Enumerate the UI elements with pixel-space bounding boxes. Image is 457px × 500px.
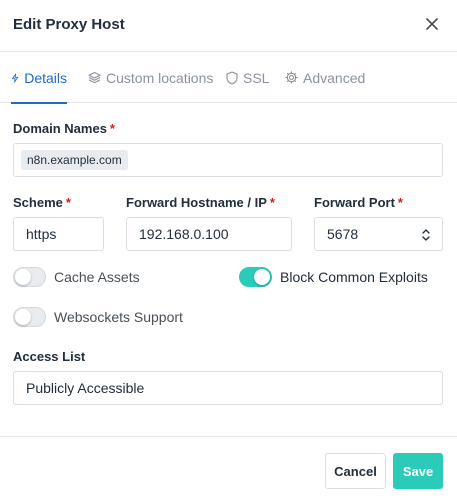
toggle-switch[interactable] [239, 267, 272, 287]
domain-names-label-text: Domain Names [13, 121, 107, 136]
websockets-support-toggle[interactable]: Websockets Support [13, 307, 183, 327]
close-icon[interactable] [423, 15, 441, 33]
tab-bar: Details Custom locations SSL Advanced [0, 52, 457, 104]
tab-advanced[interactable]: Advanced [285, 52, 365, 103]
forward-hostname-input[interactable]: 192.168.0.100 [126, 217, 292, 251]
tab-details[interactable]: Details [11, 52, 67, 104]
toggle-switch[interactable] [13, 267, 46, 287]
gear-icon [285, 71, 298, 84]
scheme-label-text: Scheme [13, 195, 63, 210]
scheme-value: https [26, 226, 57, 242]
access-list-value: Publicly Accessible [26, 380, 145, 396]
forward-port-value: 5678 [327, 226, 359, 242]
scheme-input[interactable]: https [13, 217, 104, 251]
forward-hostname-label: Forward Hostname / IP * [126, 195, 275, 210]
domain-names-input[interactable]: n8n.example.com [13, 143, 443, 177]
toggle-knob [15, 269, 31, 285]
required-mark: * [65, 195, 71, 210]
access-list-select[interactable]: Publicly Accessible [13, 371, 443, 405]
tab-custom-locations[interactable]: Custom locations [88, 52, 213, 103]
shield-icon [226, 70, 238, 85]
forward-port-label: Forward Port * [314, 195, 403, 210]
block-common-exploits-toggle[interactable]: Block Common Exploits [239, 267, 428, 287]
number-stepper-icon[interactable] [421, 227, 431, 243]
forward-port-input[interactable]: 5678 [314, 217, 443, 251]
required-mark: * [269, 195, 275, 210]
bolt-icon [11, 72, 19, 83]
block-common-exploits-label: Block Common Exploits [280, 269, 428, 285]
tab-label: SSL [243, 69, 270, 86]
scheme-label: Scheme * [13, 195, 71, 210]
save-button[interactable]: Save [393, 453, 443, 489]
modal-title: Edit Proxy Host [13, 16, 125, 33]
cache-assets-label: Cache Assets [54, 269, 140, 285]
modal-header: Edit Proxy Host [0, 0, 457, 52]
edit-proxy-host-modal: Edit Proxy Host Details Custom locations… [0, 0, 457, 500]
forward-port-label-text: Forward Port [314, 195, 395, 210]
tab-label: Advanced [303, 69, 366, 86]
modal-footer: Cancel Save [0, 436, 457, 500]
toggle-knob [254, 269, 270, 285]
required-mark: * [397, 195, 403, 210]
tab-label: Details [24, 69, 67, 86]
required-mark: * [109, 121, 115, 136]
cache-assets-toggle[interactable]: Cache Assets [13, 267, 140, 287]
forward-hostname-value: 192.168.0.100 [139, 226, 229, 242]
forward-hostname-label-text: Forward Hostname / IP [126, 195, 267, 210]
toggle-knob [15, 309, 31, 325]
layers-icon [88, 71, 101, 84]
tab-label: Custom locations [106, 69, 214, 86]
cancel-button[interactable]: Cancel [325, 453, 386, 489]
tab-ssl[interactable]: SSL [226, 52, 269, 103]
domain-names-label: Domain Names * [13, 121, 115, 136]
websockets-support-label: Websockets Support [54, 309, 183, 325]
access-list-label: Access List [13, 349, 86, 364]
toggle-switch[interactable] [13, 307, 46, 327]
domain-chip[interactable]: n8n.example.com [21, 150, 128, 170]
